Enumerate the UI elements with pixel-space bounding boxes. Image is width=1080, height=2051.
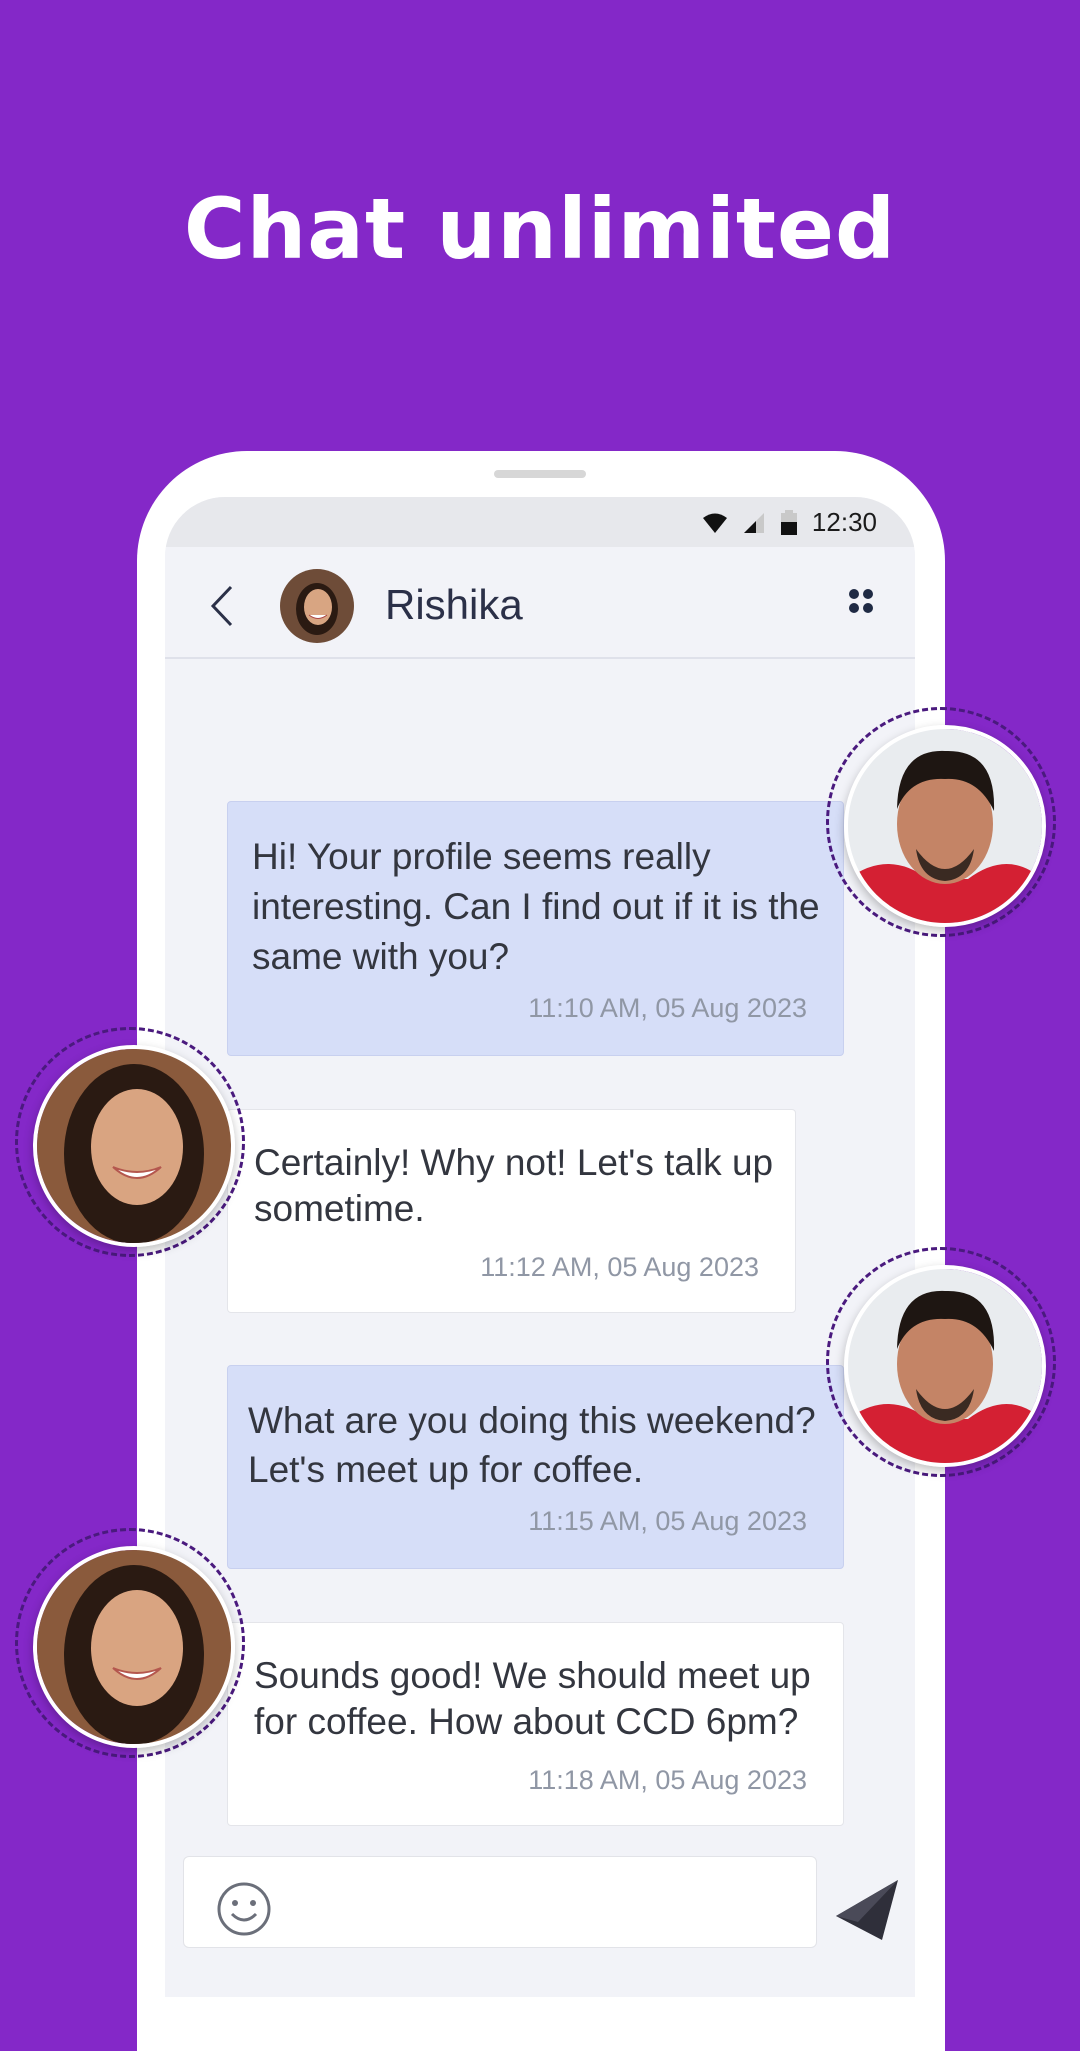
message-bubble-received[interactable]: Certainly! Why not! Let's talk up someti…	[227, 1109, 796, 1313]
message-timestamp: 11:18 AM, 05 Aug 2023	[528, 1765, 807, 1795]
headline: Chat unlimited	[183, 180, 897, 278]
smiley-icon[interactable]	[216, 1881, 272, 1937]
message-text: Hi! Your profile seems really interestin…	[252, 836, 820, 977]
phone-speaker	[494, 470, 586, 478]
message-timestamp: 11:12 AM, 05 Aug 2023	[480, 1252, 759, 1282]
contact-avatar[interactable]	[280, 569, 354, 643]
message-bubble-sent[interactable]: Hi! Your profile seems really interestin…	[227, 801, 844, 1056]
paper-plane-icon[interactable]	[834, 1876, 900, 1942]
status-time: 12:30	[811, 507, 877, 537]
avatar-ring	[826, 707, 1056, 937]
avatar-ring	[826, 1247, 1056, 1477]
message-text: Certainly! Why not! Let's talk up someti…	[254, 1142, 774, 1229]
message-timestamp: 11:10 AM, 05 Aug 2023	[528, 993, 807, 1023]
wifi-icon	[702, 513, 727, 533]
message-bubble-sent[interactable]: What are you doing this weekend? Let's m…	[227, 1365, 844, 1569]
avatar-male	[844, 725, 1046, 927]
avatar-female	[33, 1546, 235, 1748]
contact-name[interactable]: Rishika	[385, 581, 523, 629]
four-dots-icon[interactable]	[847, 587, 875, 615]
message-timestamp: 11:15 AM, 05 Aug 2023	[528, 1506, 807, 1536]
message-input[interactable]	[183, 1856, 817, 1948]
signal-icon	[743, 512, 764, 533]
avatar-ring	[15, 1027, 245, 1257]
message-bubble-received[interactable]: Sounds good! We should meet up for coffe…	[227, 1622, 844, 1826]
avatar-female	[33, 1045, 235, 1247]
battery-icon	[780, 509, 797, 535]
message-text: Sounds good! We should meet up for coffe…	[254, 1655, 811, 1742]
status-bar: 12:30	[165, 497, 915, 547]
avatar-ring	[15, 1528, 245, 1758]
message-text: What are you doing this weekend? Let's m…	[248, 1400, 816, 1490]
chat-header: Rishika	[165, 547, 915, 659]
chevron-left-icon[interactable]	[205, 583, 239, 629]
avatar-male	[844, 1265, 1046, 1467]
